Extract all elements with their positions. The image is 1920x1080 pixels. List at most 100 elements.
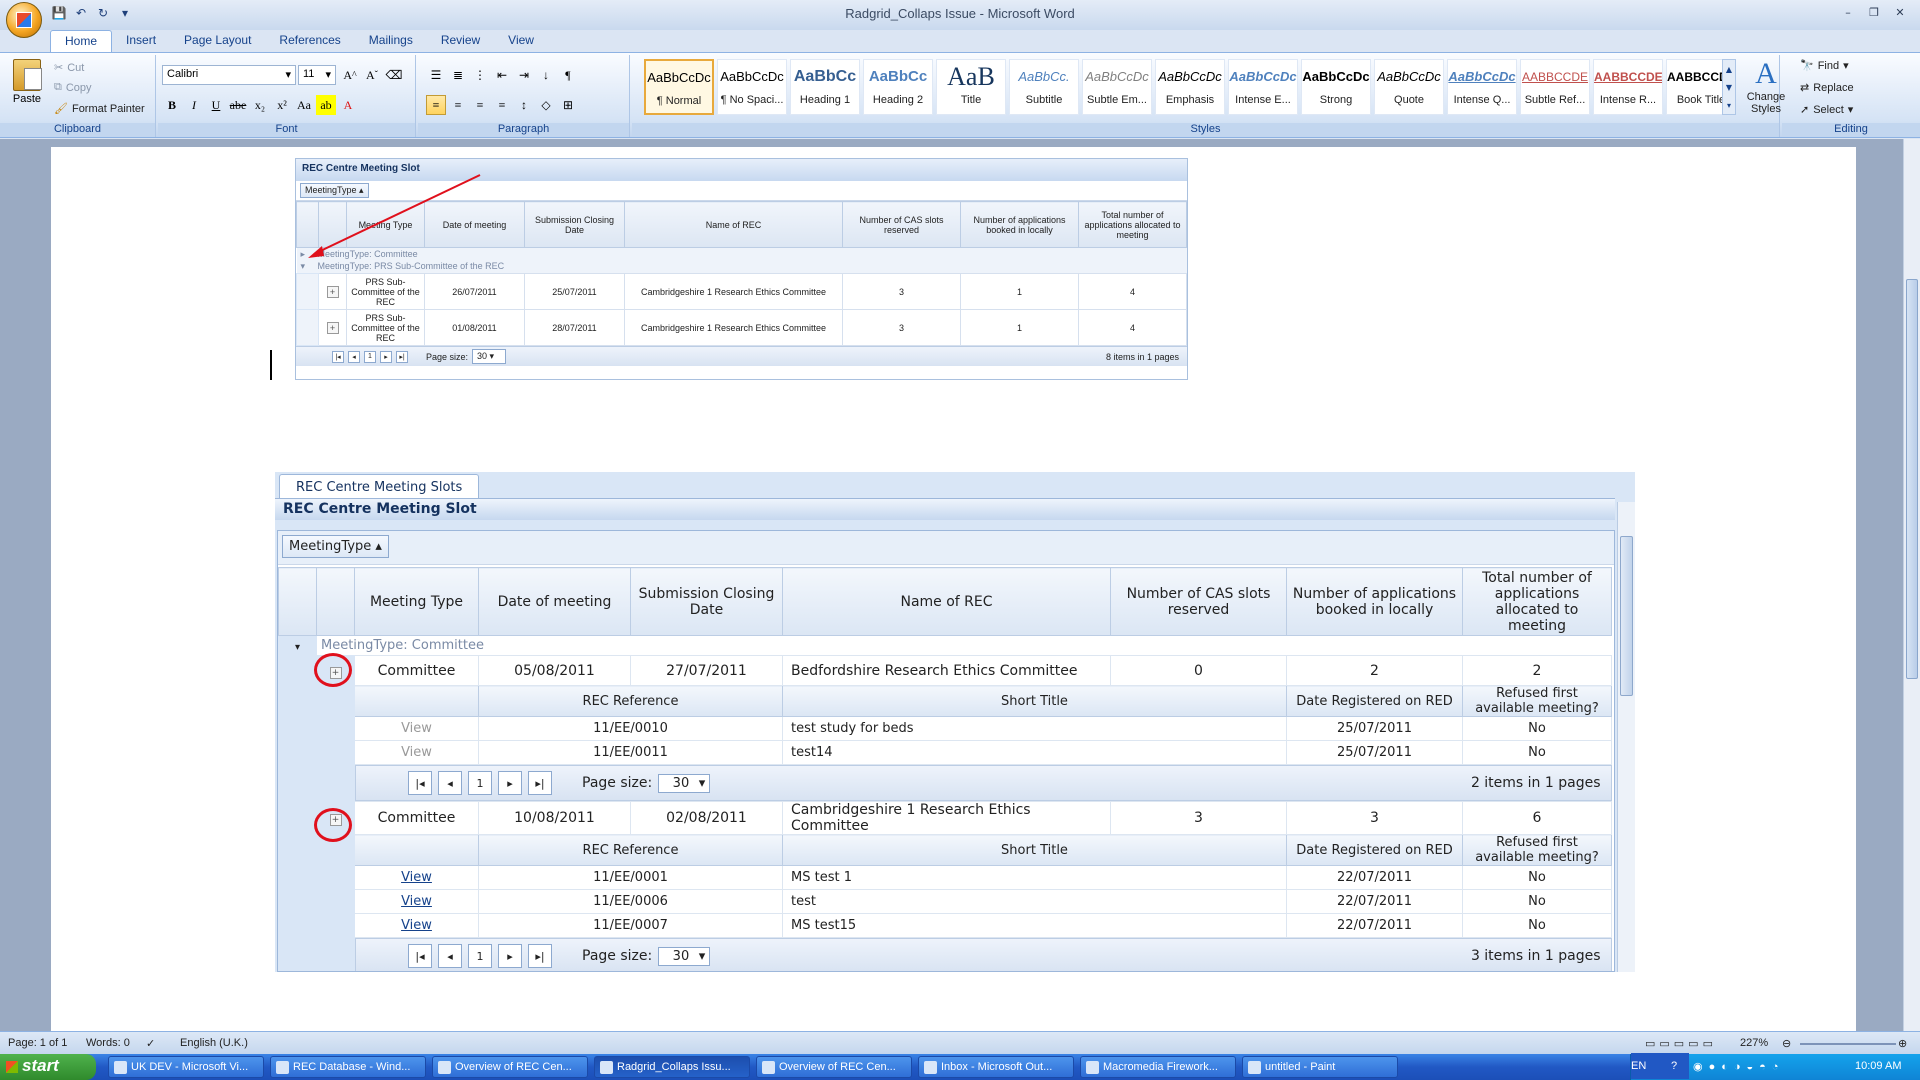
style-intense-emphasis[interactable]: AaBbCcDc Intense E... [1228,59,1298,115]
chevron-up-icon[interactable]: ▲ [1726,65,1732,74]
taskbar-item[interactable]: Inbox - Microsoft Out... [918,1056,1074,1078]
shrink-font-icon[interactable]: Aˇ [362,65,382,85]
tab-home[interactable]: Home [50,30,113,52]
status-page[interactable]: Page: 1 of 1 [8,1037,67,1049]
tab-references[interactable]: References [265,30,354,52]
style-no-spacing[interactable]: AaBbCcDc ¶ No Spaci... [717,59,787,115]
taskbar-item[interactable]: untitled - Paint [1242,1056,1398,1078]
select-button[interactable]: ➚ Select ▾ [1800,103,1854,117]
show-marks-icon[interactable]: ¶ [558,65,578,85]
superscript-icon[interactable]: x² [272,95,292,115]
align-right-icon[interactable]: ≡ [470,95,490,115]
multilevel-list-icon[interactable]: ⋮ [470,65,490,85]
vertical-scrollbar[interactable] [1903,139,1920,1032]
zoom-level[interactable]: 227% [1740,1037,1768,1049]
format-painter-button[interactable]: 🖌 Format Painter [54,102,145,116]
subscript-icon[interactable]: x₂ [250,95,270,115]
highlight-icon[interactable]: ab [316,95,336,115]
shading-icon[interactable]: ◇ [536,95,556,115]
view-buttons-icon[interactable]: ▭▭▭▭▭ [1645,1037,1717,1050]
tray-icons[interactable]: ◉●◐◑◒◓◔ [1693,1060,1784,1073]
style-strong[interactable]: AaBbCcDc Strong [1301,59,1371,115]
copy-button[interactable]: ⧉ Copy [54,81,92,94]
font-color-icon[interactable]: A [338,95,358,115]
scrollbar-thumb[interactable] [1906,279,1918,679]
chevron-down-icon[interactable]: ▼ [1726,83,1732,92]
font-name-dropdown[interactable]: Calibri ▾ [162,65,296,85]
style-emphasis[interactable]: AaBbCcDc Emphasis [1155,59,1225,115]
refused: No [1462,913,1612,938]
clear-formatting-icon[interactable]: ⌫ [384,65,404,85]
bullets-icon[interactable]: ☰ [426,65,446,85]
status-words[interactable]: Words: 0 [86,1037,130,1049]
line-spacing-icon[interactable]: ↕ [514,95,534,115]
style-name: Intense E... [1235,94,1291,106]
short-title: test14 [782,740,1287,765]
taskbar-item[interactable]: REC Database - Wind... [270,1056,426,1078]
cut-button[interactable]: ✂ Cut [54,61,84,75]
tab-insert[interactable]: Insert [112,30,170,52]
align-center-icon[interactable]: ≡ [448,95,468,115]
header-cell: Number of CAS slots reserved [1110,567,1287,636]
taskbar-item[interactable]: Overview of REC Cen... [756,1056,912,1078]
taskbar-item[interactable]: Macromedia Firework... [1080,1056,1236,1078]
proofing-icon[interactable]: ✓ [146,1037,155,1050]
numbering-icon[interactable]: ≣ [448,65,468,85]
brush-icon: 🖌 [54,103,68,115]
style-subtitle[interactable]: AaBbCc. Subtitle [1009,59,1079,115]
italic-icon[interactable]: I [184,95,204,115]
align-left-icon[interactable]: ≡ [426,95,446,115]
chevron-down-icon: ▾ [1847,104,1854,116]
decrease-indent-icon[interactable]: ⇤ [492,65,512,85]
style-subtle-emphasis[interactable]: AaBbCcDc Subtle Em... [1082,59,1152,115]
style-quote[interactable]: AaBbCcDc Quote [1374,59,1444,115]
ribbon: Paste ✂ Cut ⧉ Copy 🖌 Format Painter Clipboa… [0,52,1920,138]
style-heading-1[interactable]: AaBbCc Heading 1 [790,59,860,115]
paste-button[interactable]: Paste [6,59,48,119]
underline-icon[interactable]: U [206,95,226,115]
tab-view[interactable]: View [494,30,548,52]
style-subtle-reference[interactable]: AABBCCDE Subtle Ref... [1520,59,1590,115]
grow-font-icon[interactable]: A ^ [340,65,360,85]
help-icon[interactable]: ? [1671,1060,1677,1072]
office-button[interactable] [6,2,42,38]
zoom-slider[interactable] [1800,1043,1896,1045]
zoom-in-icon[interactable]: ⊕ [1898,1037,1907,1050]
next-page-icon: ▸ [498,944,522,968]
style-intense-reference[interactable]: AABBCCDE Intense R... [1593,59,1663,115]
sort-icon[interactable]: ↓ [536,65,556,85]
bold-icon[interactable]: B [162,95,182,115]
font-size-dropdown[interactable]: 11 ▾ [298,65,336,85]
maximize-button[interactable]: ❐ [1862,2,1886,22]
minimize-button[interactable]: – [1836,2,1860,22]
taskbar-item[interactable]: UK DEV - Microsoft Vi... [108,1056,264,1078]
detail-header: Date Registered on RED [1286,685,1463,717]
tray-language[interactable]: EN [1631,1060,1646,1072]
find-button[interactable]: 🔭 Find ▾ [1800,59,1849,73]
mini-header-cell: Total number of applications allocated t… [1078,201,1187,248]
style-intense-quote[interactable]: AaBbCcDc Intense Q... [1447,59,1517,115]
style-heading-2[interactable]: AaBbCc Heading 2 [863,59,933,115]
borders-icon[interactable]: ⊞ [558,95,578,115]
strikethrough-icon[interactable]: abe [228,95,248,115]
tab-page-layout[interactable]: Page Layout [170,30,265,52]
style-name: Subtle Em... [1087,94,1147,106]
taskbar-item[interactable]: Overview of REC Cen... [432,1056,588,1078]
start-button[interactable]: start [0,1054,96,1080]
title-bar: 💾 ↶ ↻ ▾ Radgrid_Collaps Issue - Microsof… [0,0,1920,38]
justify-icon[interactable]: ≡ [492,95,512,115]
status-language[interactable]: English (U.K.) [180,1037,248,1049]
style-normal[interactable]: AaBbCcDc ¶ Normal [644,59,714,115]
styles-gallery-scroll[interactable]: ▲ ▼ ▾ [1722,59,1736,115]
more-icon[interactable]: ▾ [1727,101,1731,110]
replace-button[interactable]: ⇄ Replace [1800,81,1854,95]
increase-indent-icon[interactable]: ⇥ [514,65,534,85]
change-case-icon[interactable]: Aa [294,95,314,115]
clock[interactable]: 10:09 AM [1855,1060,1901,1072]
style-title[interactable]: AaB Title [936,59,1006,115]
close-button[interactable]: ✕ [1888,2,1912,22]
taskbar-item[interactable]: Radgrid_Collaps Issu... [594,1056,750,1078]
zoom-out-icon[interactable]: ⊖ [1782,1037,1791,1050]
tab-mailings[interactable]: Mailings [355,30,427,52]
tab-review[interactable]: Review [427,30,494,52]
